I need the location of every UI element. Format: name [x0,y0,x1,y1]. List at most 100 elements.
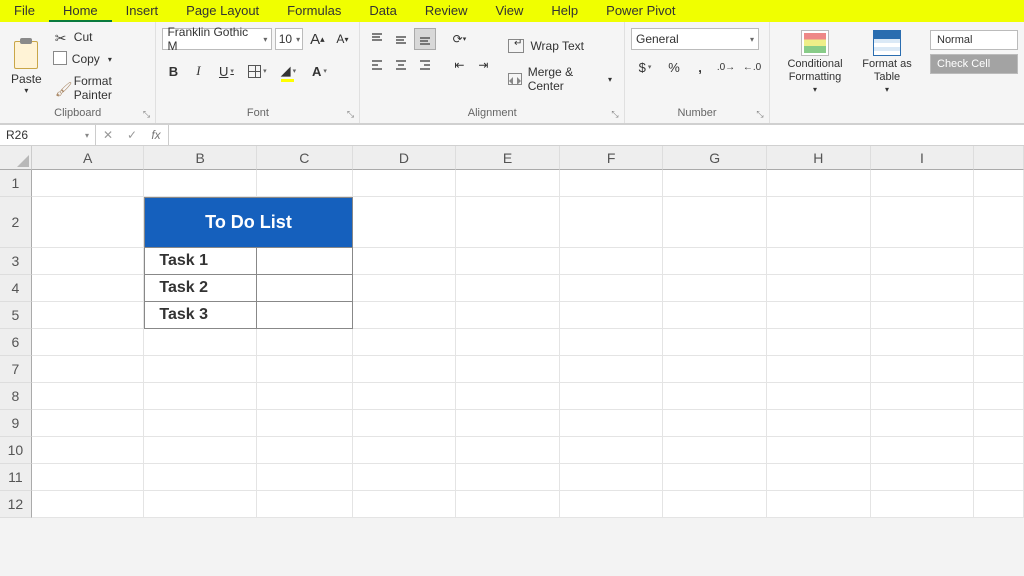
cell-j3[interactable] [974,248,1024,275]
cell-style-check-cell[interactable]: Check Cell [930,54,1018,74]
row-header-12[interactable]: 12 [0,491,32,518]
cell-j6[interactable] [974,329,1024,356]
cut-button[interactable]: ✂Cut [51,28,150,46]
enter-formula-button[interactable]: ✓ [120,128,144,142]
cell-a10[interactable] [32,437,145,464]
cell-c12[interactable] [257,491,353,518]
cell-f11[interactable] [560,464,664,491]
cell-e9[interactable] [456,410,560,437]
cell-a6[interactable] [32,329,145,356]
cell-i11[interactable] [871,464,975,491]
cell-i10[interactable] [871,437,975,464]
align-bottom-button[interactable] [414,28,436,50]
number-dialog-launcher[interactable]: ⤡ [754,109,766,121]
menu-data[interactable]: Data [355,0,410,22]
cell-j8[interactable] [974,383,1024,410]
cell-f7[interactable] [560,356,664,383]
cell-h7[interactable] [767,356,871,383]
col-header-g[interactable]: G [663,146,767,170]
increase-font-button[interactable]: A▴ [306,28,328,50]
cell-i2[interactable] [871,197,975,248]
align-top-button[interactable] [366,28,388,50]
select-all-corner[interactable] [0,146,32,170]
font-dialog-launcher[interactable]: ⤡ [344,109,356,121]
col-header-a[interactable]: A [32,146,145,170]
col-header-c[interactable]: C [257,146,353,170]
cell-i3[interactable] [871,248,975,275]
cell-f8[interactable] [560,383,664,410]
cell-d2[interactable] [353,197,457,248]
cell-c11[interactable] [257,464,353,491]
cell-d3[interactable] [353,248,457,275]
col-header-e[interactable]: E [456,146,560,170]
cell-g12[interactable] [663,491,767,518]
cell-e10[interactable] [456,437,560,464]
cell-j1[interactable] [974,170,1024,197]
cell-g8[interactable] [663,383,767,410]
cell-b9[interactable] [144,410,257,437]
clipboard-dialog-launcher[interactable]: ⤡ [140,109,152,121]
merge-center-button[interactable]: Merge & Center▾ [502,62,618,96]
cell-d6[interactable] [353,329,457,356]
paste-button[interactable]: Paste ▾ [6,26,47,106]
cell-a8[interactable] [32,383,145,410]
cell-d11[interactable] [353,464,457,491]
menu-power-pivot[interactable]: Power Pivot [592,0,689,22]
cell-c9[interactable] [257,410,353,437]
cell-i12[interactable] [871,491,975,518]
cell-h12[interactable] [767,491,871,518]
fx-icon[interactable]: fx [144,128,168,142]
number-format-dropdown[interactable]: General▾ [631,28,759,50]
cell-g1[interactable] [663,170,767,197]
decrease-font-button[interactable]: A▾ [331,28,353,50]
row-header-10[interactable]: 10 [0,437,32,464]
underline-button[interactable]: U▾ [212,60,240,82]
decrease-indent-button[interactable]: ⇤ [448,54,470,76]
cell-i8[interactable] [871,383,975,410]
cell-h5[interactable] [767,302,871,329]
cell-i5[interactable] [871,302,975,329]
decrease-decimal-button[interactable]: ←.0 [741,56,763,78]
menu-view[interactable]: View [481,0,537,22]
cell-e3[interactable] [456,248,560,275]
cell-h8[interactable] [767,383,871,410]
cell-a5[interactable] [32,302,145,329]
cell-h3[interactable] [767,248,871,275]
cell-i1[interactable] [871,170,975,197]
cell-b10[interactable] [144,437,257,464]
cell-style-normal[interactable]: Normal [930,30,1018,50]
cell-h4[interactable] [767,275,871,302]
cell-b12[interactable] [144,491,257,518]
cell-j4[interactable] [974,275,1024,302]
row-header-4[interactable]: 4 [0,275,32,302]
cell-d5[interactable] [353,302,457,329]
cell-f9[interactable] [560,410,664,437]
cell-h9[interactable] [767,410,871,437]
cell-c1[interactable] [257,170,353,197]
row-header-1[interactable]: 1 [0,170,32,197]
cell-c4[interactable] [257,275,353,302]
percent-button[interactable]: % [663,56,685,78]
cell-f3[interactable] [560,248,664,275]
cell-j9[interactable] [974,410,1024,437]
cell-f5[interactable] [560,302,664,329]
cell-j2[interactable] [974,197,1024,248]
menu-formulas[interactable]: Formulas [273,0,355,22]
col-header-h[interactable]: H [767,146,871,170]
currency-button[interactable]: $▾ [631,56,659,78]
cell-d10[interactable] [353,437,457,464]
cell-e1[interactable] [456,170,560,197]
cell-f12[interactable] [560,491,664,518]
italic-button[interactable]: I [187,60,209,82]
cell-a9[interactable] [32,410,145,437]
cell-c7[interactable] [257,356,353,383]
cell-d12[interactable] [353,491,457,518]
cell-e8[interactable] [456,383,560,410]
col-header-j[interactable] [974,146,1024,170]
fill-color-button[interactable]: ◢▾ [274,60,302,82]
cell-h11[interactable] [767,464,871,491]
cell-e6[interactable] [456,329,560,356]
col-header-f[interactable]: F [560,146,664,170]
cell-d1[interactable] [353,170,457,197]
cell-c5[interactable] [257,302,353,329]
